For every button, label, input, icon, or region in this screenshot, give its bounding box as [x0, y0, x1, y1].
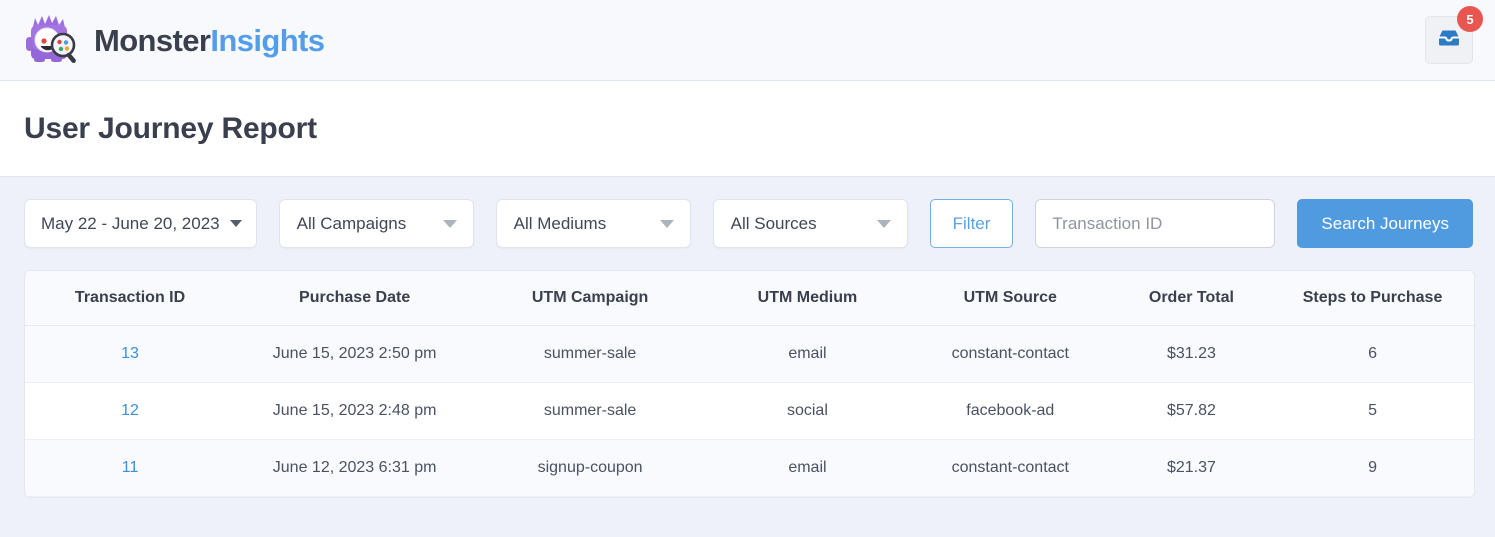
campaign-select-label: All Campaigns [296, 213, 407, 233]
medium-select[interactable]: All Mediums [495, 199, 691, 248]
table-row: 11 June 12, 2023 6:31 pm signup-coupon e… [25, 439, 1474, 497]
transaction-id-input[interactable] [1035, 199, 1276, 248]
column-header-utm-medium[interactable]: UTM Medium [706, 271, 909, 326]
brand-wordmark: MonsterInsights [94, 22, 325, 58]
cell-order-total: $57.82 [1111, 382, 1272, 440]
brand-logo[interactable]: MonsterInsights [22, 11, 325, 69]
chevron-down-icon [659, 219, 674, 228]
cell-utm-campaign: summer-sale [474, 382, 706, 440]
inbox-tray-icon [1436, 27, 1462, 54]
app-header: MonsterInsights 5 [0, 0, 1495, 81]
column-header-order-total[interactable]: Order Total [1111, 271, 1272, 326]
search-journeys-button[interactable]: Search Journeys [1297, 199, 1473, 248]
table-body: 13 June 15, 2023 2:50 pm summer-sale ema… [25, 325, 1474, 497]
column-header-utm-source[interactable]: UTM Source [908, 271, 1112, 326]
cell-steps-to-purchase: 9 [1271, 439, 1474, 497]
medium-select-label: All Mediums [513, 213, 607, 233]
cell-purchase-date: June 15, 2023 2:50 pm [235, 325, 475, 383]
brand-word-insights: Insights [210, 22, 325, 58]
filter-toolbar: May 22 - June 20, 2023 All Campaigns All… [24, 199, 1475, 248]
table-row: 12 June 15, 2023 2:48 pm summer-sale soc… [25, 382, 1474, 440]
source-select-label: All Sources [730, 213, 817, 233]
campaign-select[interactable]: All Campaigns [278, 199, 474, 248]
column-header-steps-to-purchase[interactable]: Steps to Purchase [1271, 271, 1474, 326]
cell-utm-source: constant-contact [908, 325, 1112, 383]
cell-purchase-date: June 15, 2023 2:48 pm [235, 382, 475, 440]
monster-mascot-magnifier-icon [22, 11, 80, 69]
brand-word-monster: Monster [94, 22, 211, 58]
journeys-table-card: Transaction ID Purchase Date UTM Campaig… [24, 270, 1475, 498]
cell-steps-to-purchase: 6 [1271, 325, 1474, 383]
journeys-table: Transaction ID Purchase Date UTM Campaig… [25, 271, 1474, 497]
page-title-band: User Journey Report [0, 81, 1495, 177]
column-header-transaction-id[interactable]: Transaction ID [25, 271, 236, 326]
notifications-area: 5 [1425, 6, 1483, 64]
cell-utm-campaign: signup-coupon [474, 439, 706, 497]
chevron-down-icon [229, 220, 242, 227]
cell-utm-source: constant-contact [908, 439, 1112, 497]
table-head: Transaction ID Purchase Date UTM Campaig… [25, 271, 1474, 326]
notification-count-badge: 5 [1457, 6, 1483, 32]
column-header-purchase-date[interactable]: Purchase Date [235, 271, 475, 326]
table-row: 13 June 15, 2023 2:50 pm summer-sale ema… [25, 325, 1474, 383]
cell-order-total: $21.37 [1111, 439, 1272, 497]
column-header-utm-campaign[interactable]: UTM Campaign [474, 271, 706, 326]
cell-transaction-id: 11 [25, 439, 236, 497]
cell-purchase-date: June 12, 2023 6:31 pm [235, 439, 475, 497]
filter-button[interactable]: Filter [929, 199, 1014, 248]
cell-order-total: $31.23 [1111, 325, 1272, 383]
date-range-picker[interactable]: May 22 - June 20, 2023 [24, 199, 257, 248]
transaction-id-link[interactable]: 12 [121, 402, 139, 419]
table-header-row: Transaction ID Purchase Date UTM Campaig… [25, 271, 1474, 326]
source-select[interactable]: All Sources [712, 199, 908, 248]
cell-transaction-id: 13 [25, 325, 236, 383]
cell-utm-medium: social [706, 382, 909, 440]
chevron-down-icon [442, 219, 457, 228]
transaction-id-link[interactable]: 13 [121, 345, 139, 362]
cell-transaction-id: 12 [25, 382, 236, 440]
cell-steps-to-purchase: 5 [1271, 382, 1474, 440]
cell-utm-source: facebook-ad [908, 382, 1112, 440]
date-range-label: May 22 - June 20, 2023 [41, 213, 220, 233]
cell-utm-medium: email [706, 439, 909, 497]
cell-utm-campaign: summer-sale [474, 325, 706, 383]
transaction-id-link[interactable]: 11 [122, 459, 139, 476]
cell-utm-medium: email [706, 325, 909, 383]
chevron-down-icon [876, 219, 891, 228]
report-content: May 22 - June 20, 2023 All Campaigns All… [0, 177, 1495, 498]
page-title: User Journey Report [24, 111, 317, 145]
